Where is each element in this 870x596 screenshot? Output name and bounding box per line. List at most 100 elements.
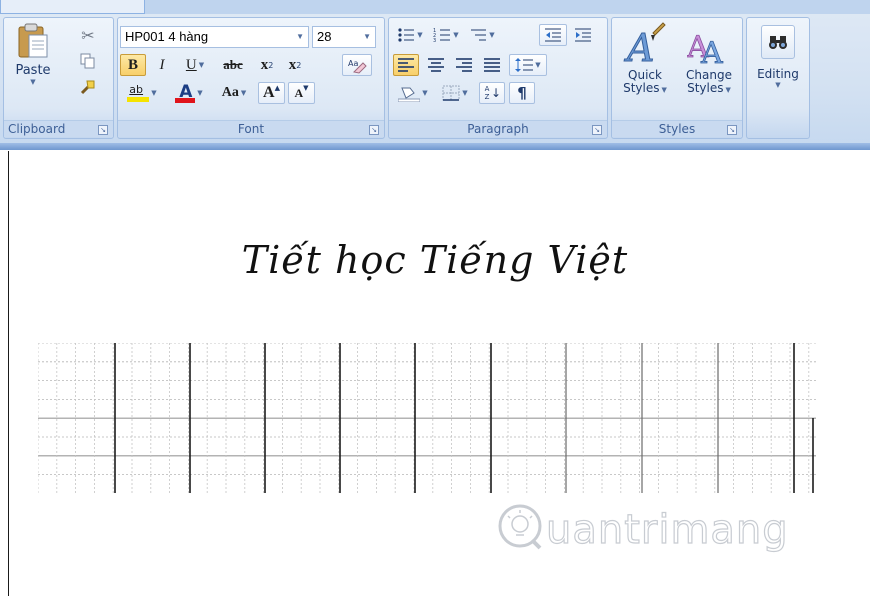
paste-label: Paste xyxy=(15,63,51,78)
bullets-button[interactable]: ▼ xyxy=(393,24,427,46)
font-group-title: Font xyxy=(237,122,265,136)
svg-text:3: 3 xyxy=(433,38,436,43)
chevron-down-icon[interactable]: ▼ xyxy=(422,89,427,97)
align-left-icon xyxy=(398,58,414,72)
numbering-icon: 1 2 3 xyxy=(433,28,451,43)
editing-button[interactable]: Editing ▼ xyxy=(750,20,806,114)
chevron-down-icon[interactable]: ▼ xyxy=(489,31,494,39)
chevron-down-icon[interactable]: ▼ xyxy=(296,27,304,47)
shading-icon xyxy=(398,87,421,102)
multilevel-list-button[interactable]: ▼ xyxy=(465,24,499,46)
italic-button[interactable]: I xyxy=(150,54,174,76)
justify-button[interactable] xyxy=(479,54,505,76)
change-styles-icon: A A xyxy=(687,30,723,69)
change-case-button[interactable]: Aa ▼ xyxy=(214,82,254,104)
shrink-font-button[interactable]: A ▼ xyxy=(288,82,315,104)
change-styles-button[interactable]: A A Change Styles ▼ xyxy=(678,20,740,114)
superscript-base: x xyxy=(288,56,297,73)
quick-styles-button[interactable]: A Quick Styles ▼ xyxy=(614,20,676,114)
paste-icon xyxy=(18,23,48,58)
chevron-down-icon[interactable]: ▼ xyxy=(662,86,667,94)
align-center-button[interactable] xyxy=(423,54,449,76)
bold-label: B xyxy=(127,56,138,73)
chevron-down-icon[interactable]: ▼ xyxy=(726,86,731,94)
document-left-edge xyxy=(8,151,9,596)
ribbon-bottom-border xyxy=(0,143,870,150)
watermark-text: uantrimang xyxy=(545,506,789,553)
subscript-button[interactable]: x2 xyxy=(254,54,280,76)
clear-formatting-icon: Aa xyxy=(348,59,367,74)
pilcrow-label: ¶ xyxy=(517,84,527,102)
font-size-value: 28 xyxy=(317,29,332,44)
arrow-down-icon: ↓ xyxy=(490,86,502,100)
shading-button[interactable]: ▼ xyxy=(393,82,433,104)
multilevel-list-icon xyxy=(471,29,487,41)
strikethrough-label: abc xyxy=(223,57,243,72)
strikethrough-button[interactable]: abc xyxy=(216,54,250,76)
align-right-button[interactable] xyxy=(451,54,477,76)
paste-button[interactable]: Paste ▼ xyxy=(6,20,60,112)
svg-text:A: A xyxy=(700,36,723,69)
align-left-button[interactable] xyxy=(393,54,419,76)
line-spacing-button[interactable]: ▼ xyxy=(509,54,547,76)
chevron-down-icon[interactable]: ▼ xyxy=(241,89,246,97)
chevron-down-icon[interactable]: ▼ xyxy=(151,89,156,97)
paragraph-group: ▼ 1 2 3 ▼ ▼ ▼ ▼ ▼ A Z ↓ ¶ Paragraph ↘ xyxy=(388,17,608,139)
underline-label: U xyxy=(185,56,197,73)
chevron-down-icon[interactable]: ▼ xyxy=(453,31,458,39)
borders-button[interactable]: ▼ xyxy=(435,82,475,104)
subscript-mark: 2 xyxy=(268,60,274,70)
clipboard-dialog-launcher[interactable]: ↘ xyxy=(98,125,108,135)
decrease-indent-button[interactable] xyxy=(539,24,567,46)
increase-indent-icon xyxy=(575,28,591,42)
font-family-combo[interactable]: HP001 4 hàng ▼ xyxy=(120,26,309,48)
format-painter-icon xyxy=(80,80,95,95)
chevron-down-icon[interactable]: ▼ xyxy=(535,61,540,69)
highlight-icon: ab xyxy=(127,83,150,103)
ribbon-tab-strip xyxy=(0,0,870,14)
line-spacing-icon xyxy=(515,58,534,72)
chevron-down-icon[interactable]: ▼ xyxy=(462,89,467,97)
caret-up-icon: ▲ xyxy=(274,84,280,92)
superscript-button[interactable]: x2 xyxy=(282,54,308,76)
editing-group: Editing ▼ xyxy=(746,17,810,139)
decrease-indent-icon xyxy=(545,28,561,42)
bullets-icon xyxy=(398,28,415,42)
font-group: HP001 4 hàng ▼ 28 ▼ B I U ▼ abc x2 x2 Aa… xyxy=(117,17,385,139)
scissors-icon: ✂ xyxy=(81,25,95,45)
tab-home[interactable] xyxy=(0,0,145,14)
sort-button[interactable]: A Z ↓ xyxy=(479,82,505,104)
chevron-down-icon[interactable]: ▼ xyxy=(197,89,202,97)
watermark-logo: uantrimang xyxy=(496,502,826,558)
paragraph-dialog-launcher[interactable]: ↘ xyxy=(592,125,602,135)
format-painter-button[interactable] xyxy=(76,76,100,98)
chevron-down-icon[interactable]: ▼ xyxy=(775,81,780,89)
justify-icon xyxy=(484,58,500,72)
caret-down-icon: ▼ xyxy=(303,84,309,92)
grow-font-button[interactable]: A ▲ xyxy=(258,82,285,104)
styles-dialog-launcher[interactable]: ↘ xyxy=(727,125,737,135)
clear-formatting-button[interactable]: Aa xyxy=(342,54,372,76)
numbering-button[interactable]: 1 2 3 ▼ xyxy=(429,24,463,46)
handwriting-grid[interactable] xyxy=(38,343,816,493)
chevron-down-icon[interactable]: ▼ xyxy=(363,27,371,47)
borders-icon xyxy=(442,85,460,101)
clipboard-group-title: Clipboard xyxy=(8,122,66,136)
chevron-down-icon: ▼ xyxy=(30,78,36,86)
show-hide-marks-button[interactable]: ¶ xyxy=(509,82,535,104)
increase-indent-button[interactable] xyxy=(569,24,597,46)
copy-button[interactable] xyxy=(76,50,100,72)
font-color-button[interactable]: A ▼ xyxy=(168,82,210,104)
highlight-label: ab xyxy=(129,83,144,96)
ribbon: Paste ▼ ✂ Clipboard ↘ HP001 4 hàng ▼ 28 … xyxy=(0,0,870,150)
font-size-combo[interactable]: 28 ▼ xyxy=(312,26,376,48)
sort-label: A Z xyxy=(484,85,490,101)
underline-button[interactable]: U ▼ xyxy=(176,54,214,76)
chevron-down-icon[interactable]: ▼ xyxy=(199,61,204,69)
document-title[interactable]: Tiết học Tiếng Việt xyxy=(0,238,870,282)
bold-button[interactable]: B xyxy=(120,54,146,76)
chevron-down-icon[interactable]: ▼ xyxy=(417,31,422,39)
cut-button[interactable]: ✂ xyxy=(76,24,100,46)
font-dialog-launcher[interactable]: ↘ xyxy=(369,125,379,135)
highlight-button[interactable]: ab ▼ xyxy=(120,82,164,104)
